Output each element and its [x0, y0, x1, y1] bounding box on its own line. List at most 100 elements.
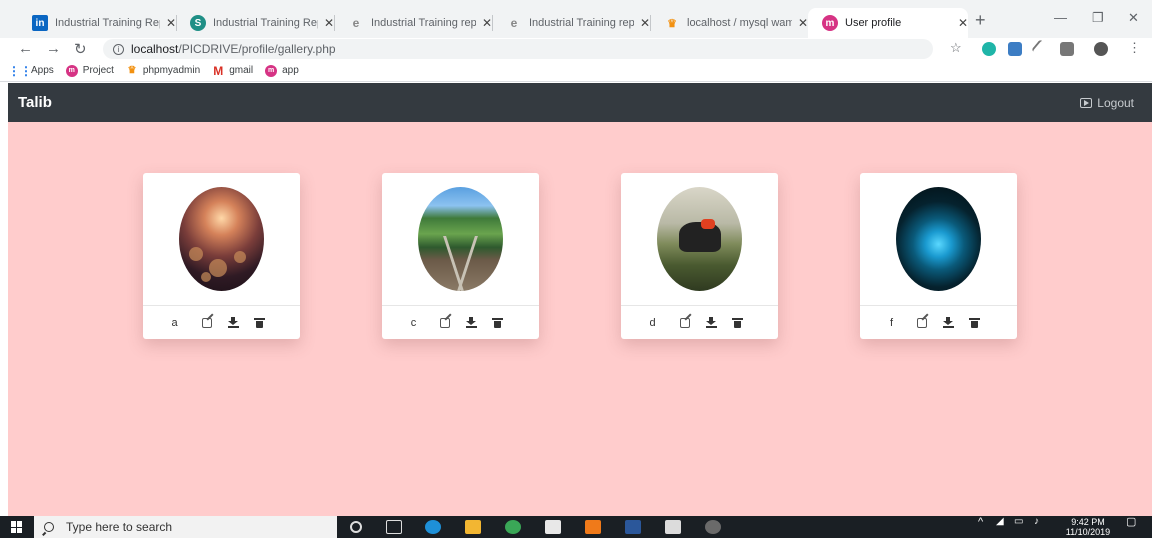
bookmarks-bar: ⋮⋮ Apps m Project ♛ phpmyadmin M gmail m… [0, 60, 1152, 82]
photo-card: d [621, 173, 778, 339]
tab-label: Industrial Training repo [529, 17, 634, 29]
clock-date: 11/10/2019 [1065, 527, 1111, 537]
tab-label: Industrial Training Repo [213, 17, 318, 29]
bookmark-phpmyadmin[interactable]: ♛ phpmyadmin [126, 65, 200, 77]
gallery-area: a c d f [8, 122, 1152, 516]
browser-toolbar: ← → ↻ i localhost/PICDRIVE/profile/galle… [0, 38, 1152, 60]
tab-close-icon[interactable]: ✕ [640, 16, 650, 30]
minimize-icon[interactable]: — [1054, 10, 1067, 25]
tab-label: User profile [845, 17, 902, 29]
phpmyadmin-icon: ♛ [667, 17, 677, 30]
edit-icon[interactable] [679, 317, 690, 328]
edit-icon[interactable] [440, 317, 451, 328]
start-button[interactable] [0, 516, 34, 538]
browser-tab-5[interactable]: ♛ localhost / mysql wamp ✕ [650, 8, 809, 38]
picdrive-icon: m [65, 64, 78, 77]
photo-caption: c [410, 316, 417, 329]
reload-icon[interactable]: ↻ [74, 40, 87, 58]
trash-icon[interactable] [969, 317, 981, 328]
tab-close-icon[interactable]: ✕ [958, 16, 968, 30]
motorcycle-photo [657, 187, 742, 291]
notifications-icon[interactable]: ▢ [1126, 517, 1136, 528]
account-icon[interactable] [1094, 42, 1108, 56]
globe-icon: S [190, 15, 206, 31]
brand-name[interactable]: Talib [18, 94, 52, 111]
browser-tab-strip: in Industrial Training Repo ✕ S Industri… [0, 0, 1152, 38]
download-icon[interactable] [227, 317, 239, 328]
browser-tab-4[interactable]: e Industrial Training repo ✕ [492, 8, 651, 38]
sublime-text-icon[interactable] [585, 520, 601, 534]
tab-label: Industrial Training repo [371, 17, 476, 29]
gmail-icon: M [213, 63, 224, 78]
edit-icon[interactable] [917, 317, 928, 328]
picdrive-icon: m [822, 15, 838, 31]
info-icon[interactable]: i [113, 43, 124, 55]
extension-icon[interactable] [982, 42, 996, 56]
address-bar[interactable]: i localhost/PICDRIVE/profile/gallery.php [103, 39, 933, 59]
sign-out-icon [1080, 97, 1093, 108]
close-window-icon[interactable]: ✕ [1128, 10, 1139, 26]
network-icon[interactable]: ◢ [996, 517, 1004, 527]
photos-icon[interactable] [665, 520, 681, 534]
menu-kebab-icon[interactable]: ⋮ [1128, 40, 1141, 56]
logout-label: Logout [1097, 95, 1134, 110]
phpmyadmin-icon: ♛ [127, 65, 137, 76]
clock[interactable]: 9:42 PM 11/10/2019 [1058, 517, 1118, 537]
browser-tab-active[interactable]: m User profile ✕ [808, 8, 968, 38]
store-icon[interactable] [545, 520, 561, 534]
clock-time: 9:42 PM [1071, 517, 1105, 527]
photo-caption: a [171, 316, 178, 329]
tab-close-icon[interactable]: ✕ [166, 16, 176, 30]
bookmark-app[interactable]: m app [265, 64, 299, 77]
browser-tab-3[interactable]: e Industrial Training repo ✕ [334, 8, 493, 38]
bookmark-gmail[interactable]: M gmail [212, 63, 253, 78]
tab-close-icon[interactable]: ✕ [482, 16, 492, 30]
battery-icon[interactable]: ▭ [1014, 517, 1023, 527]
app-navbar: Talib Logout [8, 83, 1152, 122]
new-tab-button[interactable]: + [975, 10, 986, 31]
extension-icon[interactable] [1008, 42, 1022, 56]
eyedropper-icon[interactable] [1031, 39, 1051, 59]
blue-flower-photo [896, 187, 981, 291]
tab-close-icon[interactable]: ✕ [798, 16, 808, 30]
bookmark-project[interactable]: m Project [65, 64, 114, 77]
trash-icon[interactable] [253, 317, 265, 328]
restore-icon[interactable]: ❐ [1092, 10, 1104, 26]
chrome-icon[interactable] [505, 520, 521, 534]
linkedin-icon: in [32, 15, 48, 31]
download-icon[interactable] [466, 317, 478, 328]
star-icon[interactable]: ☆ [950, 40, 962, 56]
address-host: localhost [131, 42, 179, 56]
cortana-icon[interactable] [350, 521, 362, 533]
edit-icon[interactable] [201, 317, 212, 328]
trash-icon[interactable] [492, 317, 504, 328]
trash-icon[interactable] [731, 317, 743, 328]
doc-icon: e [510, 16, 518, 30]
browser-tab-1[interactable]: in Industrial Training Repo ✕ [18, 8, 177, 38]
browser-tab-2[interactable]: S Industrial Training Repo ✕ [176, 8, 335, 38]
download-icon[interactable] [705, 317, 717, 328]
volume-icon[interactable]: ♪ [1034, 517, 1039, 527]
picdrive-icon: m [265, 64, 278, 77]
card-footer: f [860, 305, 1017, 339]
edge-browser-icon[interactable] [425, 520, 441, 534]
photo-card: c [382, 173, 539, 339]
card-footer: c [382, 305, 539, 339]
word-icon[interactable] [625, 520, 641, 534]
card-footer: d [621, 305, 778, 339]
download-icon[interactable] [943, 317, 955, 328]
forward-arrow-icon[interactable]: → [46, 40, 61, 57]
file-explorer-icon[interactable] [465, 520, 481, 534]
app-icon[interactable] [705, 520, 721, 534]
taskbar-search-box[interactable]: Type here to search [34, 516, 337, 538]
search-icon [44, 522, 54, 532]
search-placeholder: Type here to search [66, 520, 173, 534]
tab-close-icon[interactable]: ✕ [324, 16, 334, 30]
task-view-icon[interactable] [386, 520, 402, 534]
bookmark-apps[interactable]: ⋮⋮ Apps [8, 63, 54, 78]
logout-link[interactable]: Logout [1080, 96, 1134, 110]
tray-chevron-icon[interactable]: ^ [978, 517, 983, 528]
apps-grid-icon: ⋮⋮ [8, 63, 32, 78]
camera-icon[interactable] [1060, 42, 1074, 56]
back-arrow-icon[interactable]: ← [18, 40, 33, 57]
